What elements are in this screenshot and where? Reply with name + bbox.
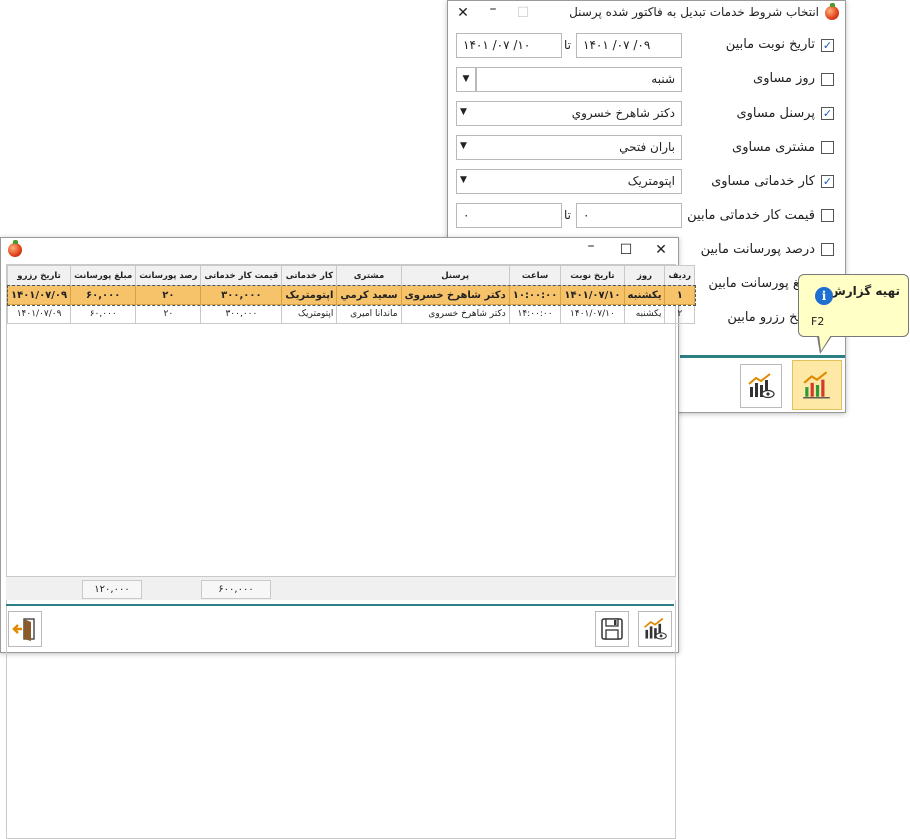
table-cell: ۲۰ bbox=[135, 304, 202, 324]
label-appointment-date: تاریخ نوبت مابین bbox=[725, 37, 815, 52]
day-select[interactable]: شنبه bbox=[476, 67, 682, 92]
dialog-title: انتخاب شروط خدمات تبدیل به فاکتور شده پر… bbox=[569, 5, 819, 19]
chart-icon bbox=[803, 371, 830, 399]
sum-commission: ۱۲۰,۰۰۰ bbox=[82, 580, 142, 599]
exit-icon bbox=[12, 618, 35, 641]
label-day: روز مساوی bbox=[753, 71, 815, 86]
customer-select[interactable]: باران فتحي bbox=[456, 135, 682, 160]
info-icon: i bbox=[815, 287, 833, 305]
save-icon bbox=[601, 618, 623, 640]
table-cell: دکتر شاهرخ خسروی bbox=[400, 304, 510, 324]
column-header[interactable]: تاريخ نوبت bbox=[560, 265, 625, 286]
generate-report-button[interactable] bbox=[792, 360, 842, 410]
checkbox-commission-percent[interactable] bbox=[821, 243, 834, 256]
table-cell: ۱ bbox=[664, 285, 696, 305]
label-personnel: پرسنل مساوی bbox=[736, 106, 815, 121]
report-grid: رديف روز تاريخ نوبت ساعت پرسنل مشتری کار… bbox=[6, 264, 696, 839]
date-to-input[interactable]: ۱۴۰۱ /۰۷ /۱۰ bbox=[456, 33, 562, 58]
table-cell: اپتومتريک bbox=[281, 285, 338, 305]
minimize-button[interactable]: – bbox=[576, 234, 606, 258]
column-header[interactable]: رصد پورسانت bbox=[135, 265, 202, 286]
table-row[interactable]: ۲ يکشنبه ۱۴۰۱/۰۷/۱۰ ۱۴:۰۰:۰۰ دکتر شاهرخ … bbox=[6, 304, 696, 324]
save-button[interactable] bbox=[595, 611, 629, 647]
sum-service-price: ۶۰۰,۰۰۰ bbox=[201, 580, 271, 599]
label-commission-percent: درصد پورسانت مابین bbox=[700, 242, 815, 257]
dialog-titlebar: ✕ ☐ – انتخاب شروط خدمات تبدیل به فاکتور … bbox=[448, 1, 845, 25]
range-separator: تا bbox=[564, 38, 571, 52]
table-cell: ۲۰ bbox=[135, 285, 202, 305]
checkbox-service[interactable]: ✓ bbox=[821, 175, 834, 188]
checkbox-service-price[interactable] bbox=[821, 209, 834, 222]
chevron-down-icon[interactable]: ▼ bbox=[456, 67, 476, 92]
table-cell: ۲ bbox=[664, 304, 696, 324]
dialog-divider bbox=[680, 355, 845, 358]
maximize-button: ☐ bbox=[516, 5, 530, 21]
table-cell: ۱۴۰۱/۰۷/۰۹ bbox=[6, 304, 72, 324]
report-divider bbox=[6, 604, 674, 606]
table-cell: ۶۰,۰۰۰ bbox=[70, 304, 137, 324]
table-row[interactable]: ۱ يکشنبه ۱۴۰۱/۰۷/۱۰ ۱۰:۰۰:۰۰ دکتر شاهرخ … bbox=[6, 284, 696, 306]
close-button[interactable]: ✕ bbox=[448, 1, 478, 25]
price-to-input[interactable]: ۰ bbox=[456, 203, 562, 228]
personnel-select[interactable]: دکتر شاهرخ خسروي bbox=[456, 101, 682, 126]
column-header[interactable]: رديف bbox=[664, 265, 696, 286]
report-window: ✕ ☐ – رديف روز تاريخ نوبت ساعت پرسنل مشت… bbox=[0, 237, 696, 839]
table-cell: ۱۴۰۱/۰۷/۰۹ bbox=[6, 285, 72, 305]
range-separator: تا bbox=[564, 208, 571, 222]
label-service-price: قیمت کار خدماتی مابین bbox=[687, 208, 815, 223]
service-select[interactable]: اپتومتريک bbox=[456, 169, 682, 194]
checkbox-customer[interactable] bbox=[821, 141, 834, 154]
date-from-input[interactable]: ۱۴۰۱ /۰۷ /۰۹ bbox=[576, 33, 682, 58]
label-customer: مشتری مساوی bbox=[732, 140, 815, 155]
minimize-button[interactable]: – bbox=[478, 0, 508, 21]
table-cell: ۶۰,۰۰۰ bbox=[70, 285, 137, 305]
table-cell: سعيد کرمي bbox=[336, 285, 402, 305]
chevron-down-icon[interactable]: ▼ bbox=[460, 141, 467, 151]
exit-button[interactable] bbox=[8, 611, 42, 647]
column-header[interactable]: تاريخ رزرو bbox=[6, 265, 72, 286]
summary-footer: ۶۰۰,۰۰۰ ۱۲۰,۰۰۰ bbox=[6, 576, 676, 600]
table-cell: دکتر شاهرخ خسروی bbox=[400, 285, 510, 305]
table-cell: ۱۰:۰۰:۰۰ bbox=[508, 285, 562, 305]
maximize-button[interactable]: ☐ bbox=[611, 238, 641, 262]
report-table: رديف روز تاريخ نوبت ساعت پرسنل مشتری کار… bbox=[6, 265, 696, 324]
column-header[interactable]: روز bbox=[623, 265, 666, 286]
table-cell: ۳۰۰,۰۰۰ bbox=[200, 285, 283, 305]
table-cell: ۱۴:۰۰:۰۰ bbox=[508, 304, 562, 324]
table-header-row: رديف روز تاريخ نوبت ساعت پرسنل مشتری کار… bbox=[6, 265, 696, 286]
column-header[interactable]: مشتری bbox=[336, 265, 402, 286]
table-cell: ۱۴۰۱/۰۷/۱۰ bbox=[560, 285, 625, 305]
report-titlebar: ✕ ☐ – bbox=[1, 238, 678, 262]
table-cell: ۱۴۰۱/۰۷/۱۰ bbox=[560, 304, 625, 324]
column-header[interactable]: کار خدماتی bbox=[281, 265, 338, 286]
table-cell: يکشنبه bbox=[623, 285, 666, 305]
column-header[interactable]: پرسنل bbox=[400, 265, 510, 286]
price-from-input[interactable]: ۰ bbox=[576, 203, 682, 228]
table-cell: يکشنبه bbox=[623, 304, 666, 324]
chart-eye-icon bbox=[748, 373, 775, 399]
tooltip: تهیه گزارش i F2 bbox=[798, 274, 909, 354]
app-icon bbox=[825, 3, 839, 20]
column-header[interactable]: ساعت bbox=[508, 265, 562, 286]
close-button[interactable]: ✕ bbox=[646, 238, 676, 262]
column-header[interactable]: قيمت کار خدماتی bbox=[200, 265, 283, 286]
checkbox-personnel[interactable]: ✓ bbox=[821, 107, 834, 120]
chevron-down-icon[interactable]: ▼ bbox=[460, 175, 467, 185]
checkbox-day[interactable] bbox=[821, 73, 834, 86]
tooltip-pointer-fill bbox=[819, 335, 831, 351]
table-cell: اپتومتريک bbox=[281, 304, 338, 324]
checkbox-appointment-date[interactable]: ✓ bbox=[821, 39, 834, 52]
table-cell: ۳۰۰,۰۰۰ bbox=[200, 304, 283, 324]
label-service: کار خدماتی مساوی bbox=[711, 174, 815, 189]
tooltip-title: تهیه گزارش bbox=[829, 284, 900, 298]
tooltip-shortcut: F2 bbox=[811, 315, 825, 328]
preview-report-button[interactable] bbox=[638, 611, 672, 647]
chevron-down-icon[interactable]: ▼ bbox=[460, 107, 467, 117]
app-icon bbox=[8, 240, 22, 257]
preview-report-button[interactable] bbox=[740, 364, 782, 408]
column-header[interactable]: مبلغ پورسانت bbox=[70, 265, 137, 286]
chart-eye-icon bbox=[644, 617, 667, 640]
table-cell: ماندانا اميری bbox=[336, 304, 402, 324]
